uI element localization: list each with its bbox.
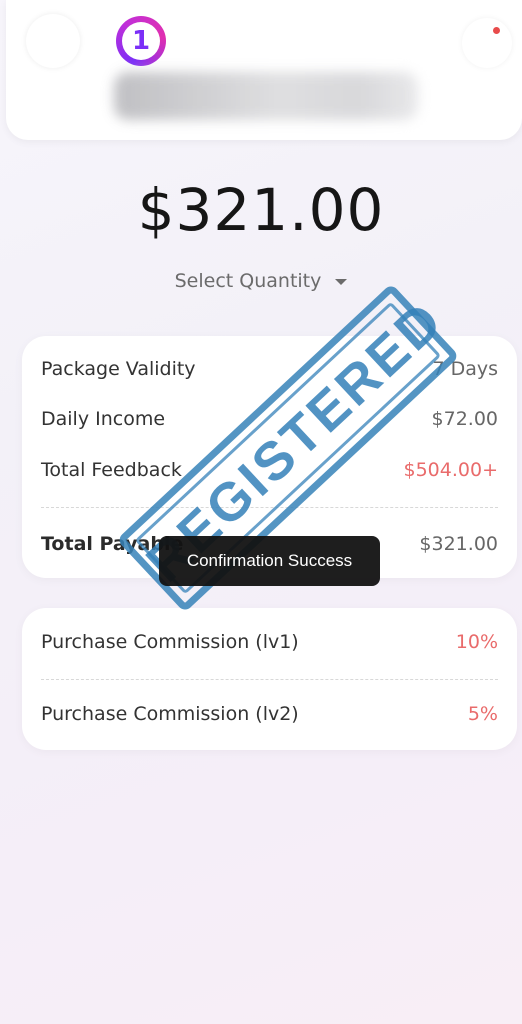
- chevron-down-icon: [335, 278, 348, 285]
- brand-logo-icon: 1: [116, 16, 166, 66]
- quantity-select-label: Select Quantity: [174, 270, 322, 292]
- detail-value: $72.00: [431, 408, 498, 430]
- package-price: $321.00: [137, 176, 385, 244]
- total-value: $321.00: [419, 533, 498, 555]
- redacted-username: [114, 72, 418, 120]
- commission-card: Purchase Commission (lv1) 10% Purchase C…: [22, 608, 517, 750]
- menu-button[interactable]: [462, 18, 512, 68]
- confirmation-toast: Confirmation Success: [159, 536, 380, 586]
- notification-dot-icon: [493, 27, 500, 34]
- detail-label: Total Feedback: [41, 459, 182, 481]
- header-bar: 1: [6, 0, 522, 140]
- dashed-divider: [41, 679, 498, 680]
- commission-label: Purchase Commission (lv2): [41, 703, 299, 725]
- quantity-select[interactable]: Select Quantity: [0, 270, 522, 292]
- commission-value: 10%: [455, 631, 498, 653]
- logo-number: 1: [122, 22, 160, 60]
- detail-value: $504.00+: [403, 459, 499, 481]
- commission-value: 5%: [467, 703, 498, 725]
- commission-label: Purchase Commission (lv1): [41, 631, 299, 653]
- detail-label: Package Validity: [41, 358, 196, 380]
- detail-label: Daily Income: [41, 408, 166, 430]
- back-button[interactable]: [26, 14, 80, 68]
